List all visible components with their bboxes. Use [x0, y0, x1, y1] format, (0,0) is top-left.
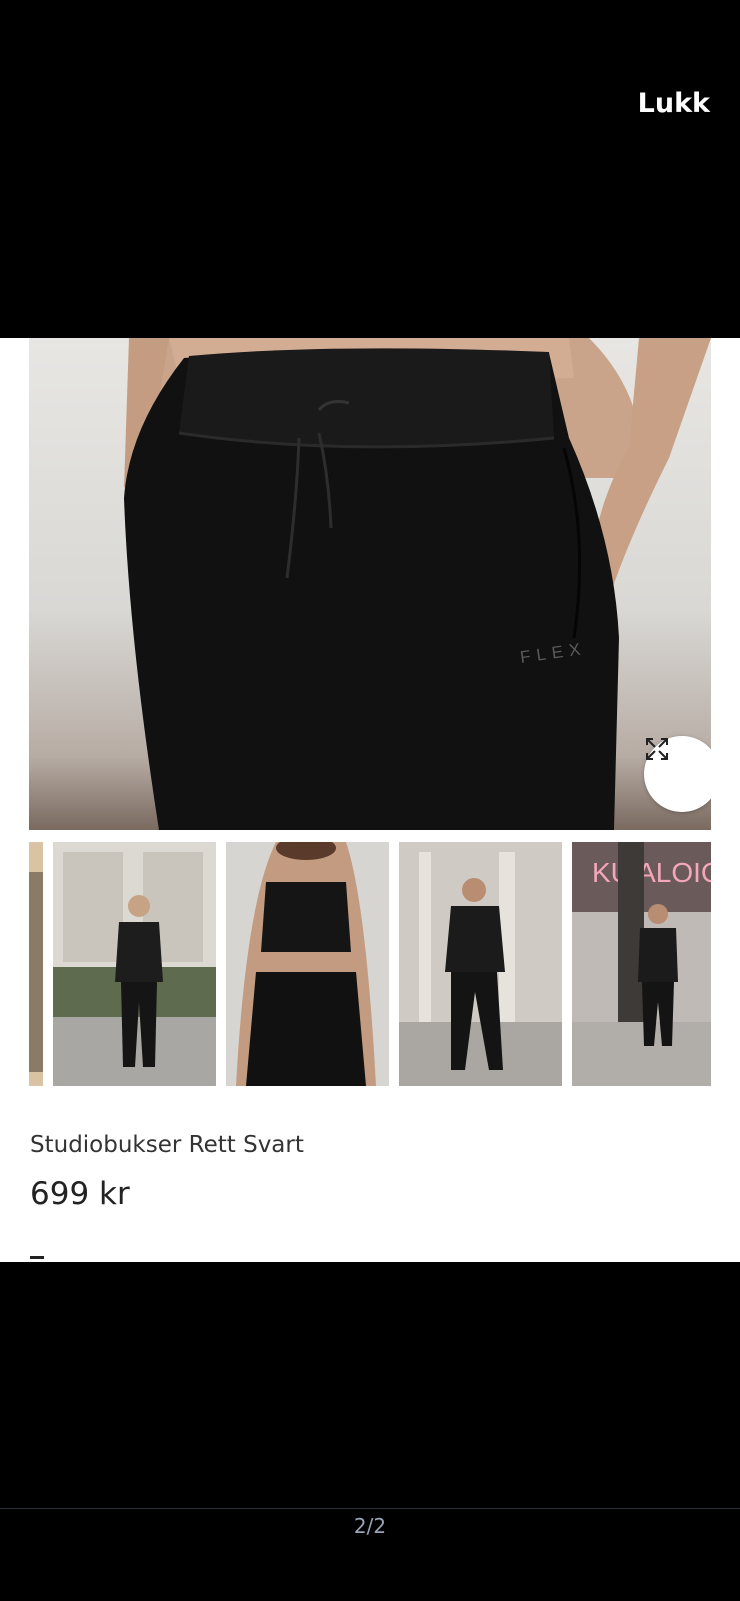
thumbnail-partial[interactable] [29, 842, 43, 1086]
thumbnail-1[interactable] [53, 842, 216, 1086]
neon-sign-text: KU ALOIO [592, 857, 711, 888]
main-product-image[interactable]: FLEX [29, 338, 711, 830]
truncated-content [30, 1256, 44, 1259]
page-counter: 2/2 [353, 1514, 387, 1538]
thumbnail-2[interactable] [226, 842, 389, 1086]
close-button[interactable]: Lukk [638, 88, 710, 119]
product-sheet: FLEX KU ALOIO Studiobukser Rett Svart 69… [0, 338, 740, 1262]
thumbnail-4[interactable]: KU ALOIO [572, 842, 711, 1086]
expand-button[interactable] [644, 736, 711, 812]
thumbnail-3[interactable] [399, 842, 562, 1086]
product-price: 699 kr [30, 1176, 130, 1212]
product-name: Studiobukser Rett Svart [30, 1132, 304, 1158]
thumbnail-strip[interactable]: KU ALOIO [0, 842, 740, 1086]
